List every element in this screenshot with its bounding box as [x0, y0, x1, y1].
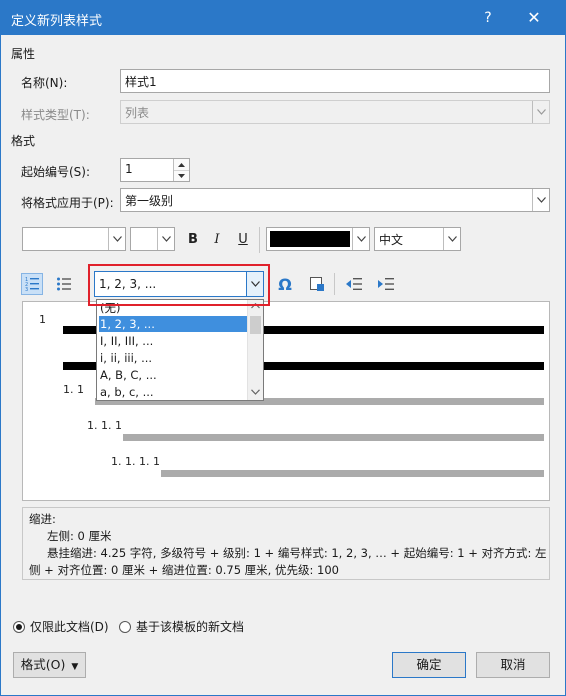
caret-down-icon: ▼: [71, 662, 79, 672]
radio-label: 基于该模板的新文档: [136, 620, 245, 634]
preview-level-1-number: 1: [39, 313, 46, 326]
start-number-value: 1: [125, 162, 133, 176]
increase-indent-icon[interactable]: [375, 273, 397, 295]
dialog-title: 定义新列表样式: [11, 14, 103, 29]
underline-button[interactable]: U: [234, 232, 252, 247]
spin-buttons[interactable]: [173, 159, 189, 181]
dropdown-option[interactable]: i, ii, iii, ...: [99, 350, 247, 366]
style-type-value: 列表: [125, 106, 150, 120]
insert-picture-icon[interactable]: [306, 273, 328, 295]
chevron-down-icon[interactable]: [108, 228, 125, 250]
dropdown-option-selected[interactable]: 1, 2, 3, ...: [99, 316, 247, 332]
font-color-select[interactable]: [266, 227, 370, 251]
bulleted-list-icon[interactable]: [53, 273, 75, 295]
chevron-down-icon[interactable]: [246, 272, 263, 296]
apply-to-select[interactable]: 第一级别: [120, 188, 550, 212]
cancel-button[interactable]: 取消: [476, 652, 550, 678]
apply-to-label: 将格式应用于(P):: [21, 196, 114, 210]
preview-level-4-bar: [161, 470, 544, 477]
name-input[interactable]: 样式1: [120, 69, 550, 93]
chevron-down-icon[interactable]: [157, 228, 174, 250]
spin-down-icon[interactable]: [174, 170, 189, 181]
properties-section-title: 属性: [11, 47, 36, 61]
radio-template-documents[interactable]: 基于该模板的新文档: [119, 618, 244, 635]
decrease-indent-icon[interactable]: [343, 273, 365, 295]
toolbar-divider: [334, 273, 335, 295]
chevron-down-icon: [532, 101, 549, 123]
radio-button[interactable]: [119, 620, 131, 633]
radio-this-document[interactable]: 仅限此文档(D): [13, 618, 109, 635]
scrollbar-thumb[interactable]: [250, 316, 261, 334]
language-select[interactable]: 中文: [374, 227, 461, 251]
description-line: 悬挂缩进: 4.25 字符, 多级符号 + 级别: 1 + 编号样式: 1, 2…: [47, 546, 547, 560]
toolbar-divider: [259, 227, 260, 253]
svg-text:3: 3: [25, 287, 28, 292]
description-line: 左侧: 0 厘米: [47, 529, 112, 543]
insert-symbol-button[interactable]: Ω: [276, 275, 294, 294]
start-number-stepper[interactable]: 1: [120, 158, 190, 182]
dropdown-option[interactable]: A, B, C, ...: [99, 367, 247, 383]
preview-level-2-number: 1. 1: [63, 383, 84, 396]
radio-label: 仅限此文档(D): [30, 620, 109, 634]
dialog-window: 定义新列表样式 ? ✕ 属性 名称(N): 样式1 样式类型(T): 列表 格式…: [0, 0, 566, 696]
style-type-select: 列表: [120, 100, 550, 124]
dropdown-option[interactable]: I, II, III, ...: [99, 333, 247, 349]
radio-button[interactable]: [13, 620, 25, 633]
description-heading: 缩进:: [29, 512, 56, 526]
font-size-select[interactable]: [130, 227, 175, 251]
chevron-down-icon[interactable]: [352, 228, 369, 250]
ok-button[interactable]: 确定: [392, 652, 466, 678]
format-button-label: 格式(O): [20, 657, 66, 672]
spin-up-icon[interactable]: [174, 159, 189, 170]
start-number-label: 起始编号(S):: [21, 165, 91, 179]
number-style-select[interactable]: 1, 2, 3, ...: [94, 271, 264, 297]
numbered-list-icon[interactable]: 1 2 3: [21, 273, 43, 295]
chevron-down-icon: [251, 389, 260, 395]
help-button[interactable]: ?: [473, 7, 503, 29]
format-section-title: 格式: [11, 134, 36, 148]
bold-button[interactable]: B: [184, 232, 202, 247]
apply-to-value: 第一级别: [125, 194, 174, 208]
format-description: 缩进: 左侧: 0 厘米 悬挂缩进: 4.25 字符, 多级符号 + 级别: 1…: [22, 507, 550, 580]
format-menu-button[interactable]: 格式(O) ▼: [13, 652, 86, 678]
preview-level-3-bar: [123, 434, 544, 441]
title-bar: 定义新列表样式 ? ✕: [1, 1, 565, 35]
dropdown-option[interactable]: (无): [99, 300, 247, 316]
italic-button[interactable]: I: [208, 232, 226, 247]
description-line: 侧 + 对齐位置: 0 厘米 + 缩进位置: 0.75 厘米, 优先级: 100: [29, 563, 339, 577]
preview-level-4-number: 1. 1. 1. 1: [111, 455, 160, 468]
name-label: 名称(N):: [21, 76, 68, 90]
preview-level-3-number: 1. 1. 1: [87, 419, 122, 432]
font-name-select[interactable]: [22, 227, 126, 251]
close-button[interactable]: ✕: [519, 7, 549, 29]
language-value: 中文: [379, 233, 404, 247]
font-color-swatch: [270, 231, 350, 247]
chevron-down-icon[interactable]: [532, 189, 549, 211]
number-style-dropdown-list[interactable]: (无) 1, 2, 3, ... I, II, III, ... i, ii, …: [96, 299, 264, 401]
number-style-value: 1, 2, 3, ...: [99, 277, 157, 291]
chevron-down-icon[interactable]: [443, 228, 460, 250]
style-type-label: 样式类型(T):: [21, 108, 90, 122]
dropdown-scrollbar[interactable]: [247, 300, 263, 400]
dropdown-option[interactable]: a, b, c, ...: [99, 384, 247, 400]
chevron-up-icon: [251, 303, 260, 309]
